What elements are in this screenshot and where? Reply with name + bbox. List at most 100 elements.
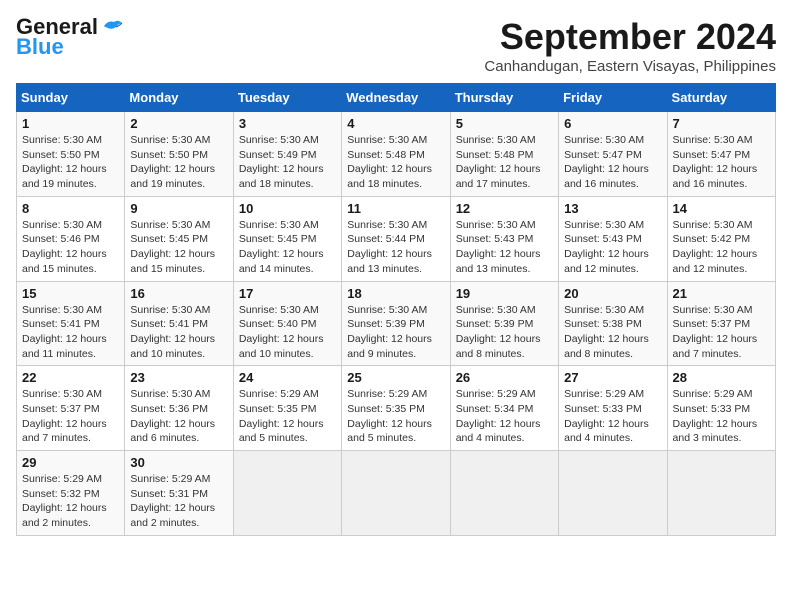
day-info: Sunrise: 5:30 AM Sunset: 5:37 PM Dayligh… bbox=[673, 303, 770, 362]
calendar-cell: 14 Sunrise: 5:30 AM Sunset: 5:42 PM Dayli… bbox=[667, 196, 775, 281]
calendar-cell: 28 Sunrise: 5:29 AM Sunset: 5:33 PM Dayli… bbox=[667, 366, 775, 451]
day-info: Sunrise: 5:29 AM Sunset: 5:33 PM Dayligh… bbox=[564, 387, 661, 446]
calendar-cell: 18Sunrise: 5:30 AM Sunset: 5:39 PM Dayli… bbox=[342, 281, 450, 366]
day-info: Sunrise: 5:30 AM Sunset: 5:45 PM Dayligh… bbox=[130, 218, 227, 277]
calendar-cell bbox=[450, 451, 558, 536]
title-block: September 2024 Canhandugan, Eastern Visa… bbox=[484, 16, 776, 75]
day-info: Sunrise: 5:30 AM Sunset: 5:39 PM Dayligh… bbox=[347, 303, 444, 362]
page-header: General Blue September 2024 Canhandugan,… bbox=[16, 16, 776, 75]
day-number: 12 bbox=[456, 201, 553, 216]
calendar-cell: 21 Sunrise: 5:30 AM Sunset: 5:37 PM Dayli… bbox=[667, 281, 775, 366]
calendar-week-row: 8 Sunrise: 5:30 AM Sunset: 5:46 PM Daylig… bbox=[17, 196, 776, 281]
day-number: 14 bbox=[673, 201, 770, 216]
weekday-header: Thursday bbox=[450, 84, 558, 112]
day-number: 29 bbox=[22, 455, 119, 470]
calendar-cell: 30 Sunrise: 5:29 AM Sunset: 5:31 PM Dayli… bbox=[125, 451, 233, 536]
weekday-header: Friday bbox=[559, 84, 667, 112]
day-number: 16 bbox=[130, 286, 227, 301]
day-number: 4 bbox=[347, 116, 444, 131]
day-info: Sunrise: 5:30 AM Sunset: 5:50 PM Dayligh… bbox=[22, 133, 119, 192]
calendar-cell: 16 Sunrise: 5:30 AM Sunset: 5:41 PM Dayli… bbox=[125, 281, 233, 366]
day-number: 7 bbox=[673, 116, 770, 131]
logo-blue-text: Blue bbox=[16, 36, 64, 58]
logo: General Blue bbox=[16, 16, 124, 58]
day-info: Sunrise: 5:30 AM Sunset: 5:38 PM Dayligh… bbox=[564, 303, 661, 362]
day-info: Sunrise: 5:29 AM Sunset: 5:35 PM Dayligh… bbox=[347, 387, 444, 446]
day-info: Sunrise: 5:29 AM Sunset: 5:34 PM Dayligh… bbox=[456, 387, 553, 446]
day-info: Sunrise: 5:29 AM Sunset: 5:33 PM Dayligh… bbox=[673, 387, 770, 446]
day-number: 6 bbox=[564, 116, 661, 131]
calendar-cell: 13Sunrise: 5:30 AM Sunset: 5:43 PM Dayli… bbox=[559, 196, 667, 281]
calendar-cell: 12 Sunrise: 5:30 AM Sunset: 5:43 PM Dayli… bbox=[450, 196, 558, 281]
calendar-cell: 3 Sunrise: 5:30 AM Sunset: 5:49 PM Daylig… bbox=[233, 112, 341, 197]
day-number: 21 bbox=[673, 286, 770, 301]
day-number: 15 bbox=[22, 286, 119, 301]
calendar-cell: 19 Sunrise: 5:30 AM Sunset: 5:39 PM Dayli… bbox=[450, 281, 558, 366]
day-number: 11 bbox=[347, 201, 444, 216]
day-info: Sunrise: 5:29 AM Sunset: 5:32 PM Dayligh… bbox=[22, 472, 119, 531]
day-number: 5 bbox=[456, 116, 553, 131]
day-number: 3 bbox=[239, 116, 336, 131]
day-number: 22 bbox=[22, 370, 119, 385]
calendar-cell: 24Sunrise: 5:29 AM Sunset: 5:35 PM Dayli… bbox=[233, 366, 341, 451]
day-number: 9 bbox=[130, 201, 227, 216]
day-info: Sunrise: 5:30 AM Sunset: 5:43 PM Dayligh… bbox=[456, 218, 553, 277]
day-number: 28 bbox=[673, 370, 770, 385]
calendar-cell: 7 Sunrise: 5:30 AM Sunset: 5:47 PM Daylig… bbox=[667, 112, 775, 197]
day-number: 8 bbox=[22, 201, 119, 216]
weekday-header-row: SundayMondayTuesdayWednesdayThursdayFrid… bbox=[17, 84, 776, 112]
calendar-cell: 8 Sunrise: 5:30 AM Sunset: 5:46 PM Daylig… bbox=[17, 196, 125, 281]
weekday-header: Saturday bbox=[667, 84, 775, 112]
day-info: Sunrise: 5:30 AM Sunset: 5:43 PM Dayligh… bbox=[564, 218, 661, 277]
calendar-cell: 10Sunrise: 5:30 AM Sunset: 5:45 PM Dayli… bbox=[233, 196, 341, 281]
calendar-week-row: 1 Sunrise: 5:30 AM Sunset: 5:50 PM Daylig… bbox=[17, 112, 776, 197]
day-info: Sunrise: 5:30 AM Sunset: 5:46 PM Dayligh… bbox=[22, 218, 119, 277]
weekday-header: Tuesday bbox=[233, 84, 341, 112]
calendar-cell: 2 Sunrise: 5:30 AM Sunset: 5:50 PM Daylig… bbox=[125, 112, 233, 197]
calendar-cell bbox=[667, 451, 775, 536]
day-info: Sunrise: 5:30 AM Sunset: 5:44 PM Dayligh… bbox=[347, 218, 444, 277]
day-info: Sunrise: 5:29 AM Sunset: 5:31 PM Dayligh… bbox=[130, 472, 227, 531]
weekday-header: Monday bbox=[125, 84, 233, 112]
calendar-cell: 22Sunrise: 5:30 AM Sunset: 5:37 PM Dayli… bbox=[17, 366, 125, 451]
day-info: Sunrise: 5:30 AM Sunset: 5:49 PM Dayligh… bbox=[239, 133, 336, 192]
calendar-cell: 29 Sunrise: 5:29 AM Sunset: 5:32 PM Dayli… bbox=[17, 451, 125, 536]
day-info: Sunrise: 5:30 AM Sunset: 5:50 PM Dayligh… bbox=[130, 133, 227, 192]
calendar-cell bbox=[342, 451, 450, 536]
calendar-cell: 11 Sunrise: 5:30 AM Sunset: 5:44 PM Dayli… bbox=[342, 196, 450, 281]
day-number: 2 bbox=[130, 116, 227, 131]
day-info: Sunrise: 5:30 AM Sunset: 5:47 PM Dayligh… bbox=[673, 133, 770, 192]
calendar-cell: 4Sunrise: 5:30 AM Sunset: 5:48 PM Daylig… bbox=[342, 112, 450, 197]
day-info: Sunrise: 5:30 AM Sunset: 5:41 PM Dayligh… bbox=[130, 303, 227, 362]
day-number: 30 bbox=[130, 455, 227, 470]
calendar-cell: 1 Sunrise: 5:30 AM Sunset: 5:50 PM Daylig… bbox=[17, 112, 125, 197]
calendar-cell: 17Sunrise: 5:30 AM Sunset: 5:40 PM Dayli… bbox=[233, 281, 341, 366]
day-info: Sunrise: 5:30 AM Sunset: 5:48 PM Dayligh… bbox=[456, 133, 553, 192]
calendar-cell: 5 Sunrise: 5:30 AM Sunset: 5:48 PM Daylig… bbox=[450, 112, 558, 197]
calendar-week-row: 22Sunrise: 5:30 AM Sunset: 5:37 PM Dayli… bbox=[17, 366, 776, 451]
calendar-week-row: 15 Sunrise: 5:30 AM Sunset: 5:41 PM Dayli… bbox=[17, 281, 776, 366]
day-number: 27 bbox=[564, 370, 661, 385]
day-info: Sunrise: 5:30 AM Sunset: 5:36 PM Dayligh… bbox=[130, 387, 227, 446]
day-info: Sunrise: 5:30 AM Sunset: 5:39 PM Dayligh… bbox=[456, 303, 553, 362]
weekday-header: Sunday bbox=[17, 84, 125, 112]
calendar-cell: 26 Sunrise: 5:29 AM Sunset: 5:34 PM Dayli… bbox=[450, 366, 558, 451]
day-number: 26 bbox=[456, 370, 553, 385]
calendar-table: SundayMondayTuesdayWednesdayThursdayFrid… bbox=[16, 83, 776, 536]
calendar-cell: 9 Sunrise: 5:30 AM Sunset: 5:45 PM Daylig… bbox=[125, 196, 233, 281]
logo-bird-icon bbox=[102, 18, 124, 36]
day-number: 24 bbox=[239, 370, 336, 385]
day-number: 19 bbox=[456, 286, 553, 301]
day-info: Sunrise: 5:30 AM Sunset: 5:40 PM Dayligh… bbox=[239, 303, 336, 362]
day-number: 23 bbox=[130, 370, 227, 385]
day-number: 10 bbox=[239, 201, 336, 216]
calendar-cell bbox=[559, 451, 667, 536]
page-subtitle: Canhandugan, Eastern Visayas, Philippine… bbox=[484, 58, 776, 75]
day-info: Sunrise: 5:30 AM Sunset: 5:47 PM Dayligh… bbox=[564, 133, 661, 192]
day-number: 25 bbox=[347, 370, 444, 385]
day-info: Sunrise: 5:30 AM Sunset: 5:42 PM Dayligh… bbox=[673, 218, 770, 277]
calendar-cell: 27 Sunrise: 5:29 AM Sunset: 5:33 PM Dayli… bbox=[559, 366, 667, 451]
page-title: September 2024 bbox=[484, 16, 776, 58]
day-number: 1 bbox=[22, 116, 119, 131]
day-info: Sunrise: 5:30 AM Sunset: 5:41 PM Dayligh… bbox=[22, 303, 119, 362]
